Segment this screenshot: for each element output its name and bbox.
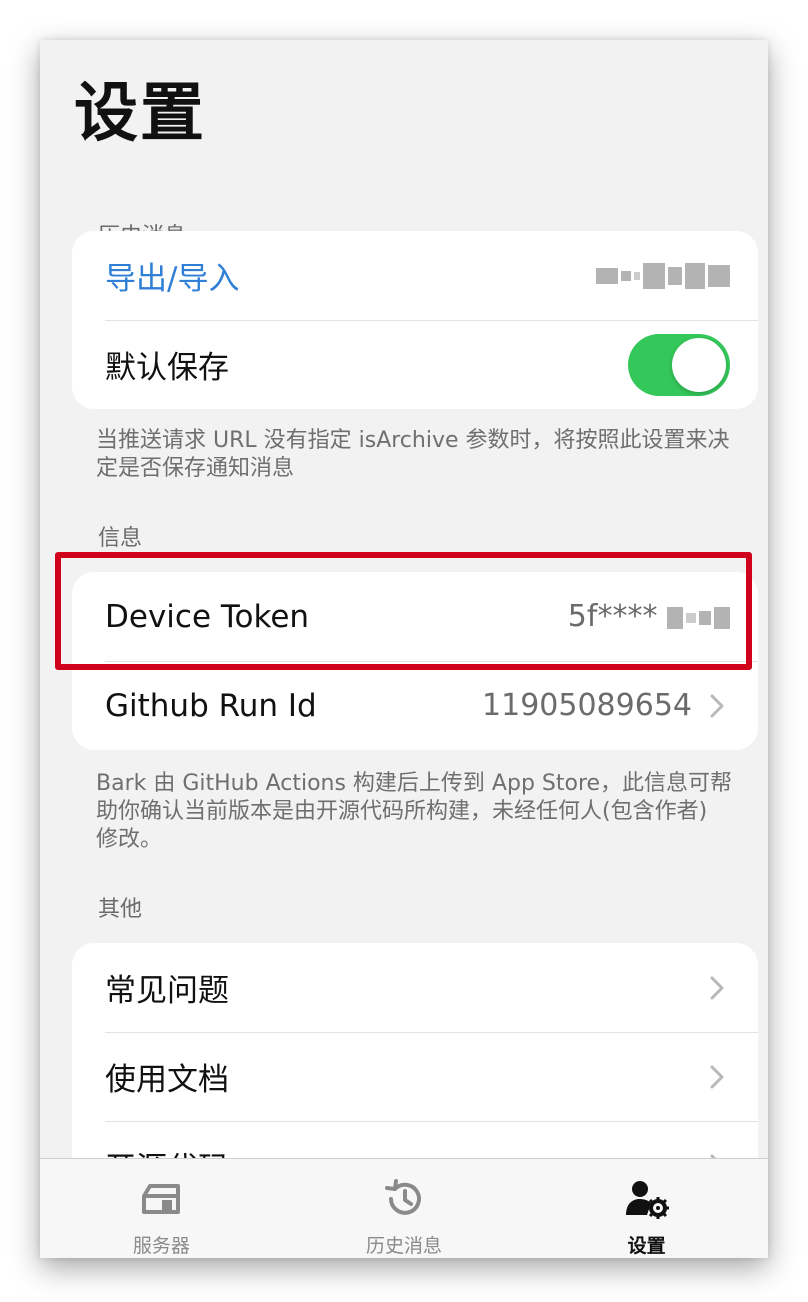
- chevron-right-icon: [710, 974, 730, 1002]
- docs-row[interactable]: 使用文档: [72, 1032, 758, 1121]
- device-token-text: 5f****: [567, 599, 658, 634]
- tab-label: 设置: [627, 1235, 666, 1257]
- tab-label: 服务器: [132, 1235, 190, 1257]
- info-footer: Bark 由 GitHub Actions 构建后上传到 App Store，此…: [96, 771, 733, 852]
- export-import-row[interactable]: 导出/导入: [72, 231, 758, 320]
- default-save-row: 默认保存: [72, 320, 758, 409]
- tab-history[interactable]: 历史消息: [283, 1159, 526, 1258]
- page-title: 设置: [74, 77, 206, 151]
- device-token-value: 5f****: [568, 599, 730, 634]
- github-run-label: Github Run Id: [105, 687, 317, 724]
- export-import-link[interactable]: 导出/导入: [105, 253, 596, 298]
- settings-screen: 设置 历史消息 导出/导入 默认保存 当推送请求 URL 没有指定 isArch…: [40, 40, 768, 1258]
- tab-label: 历史消息: [366, 1235, 443, 1257]
- device-token-label: Device Token: [105, 598, 310, 635]
- history-footer: 当推送请求 URL 没有指定 isArchive 参数时，将按照此设置来决定是否…: [96, 428, 730, 481]
- device-token-row[interactable]: Device Token 5f****: [72, 572, 758, 661]
- github-run-row[interactable]: Github Run Id 11905089654: [72, 661, 758, 750]
- chevron-right-icon: [710, 692, 730, 720]
- faq-row[interactable]: 常见问题: [72, 943, 758, 1032]
- toggle-knob: [672, 337, 726, 392]
- section-header-other: 其他: [98, 897, 143, 922]
- default-save-toggle[interactable]: [628, 333, 730, 396]
- history-card: 导出/导入 默认保存: [72, 231, 758, 409]
- settings-user-icon: [625, 1177, 669, 1221]
- history-icon: [382, 1177, 426, 1221]
- info-card: Device Token 5f**** Github Run Id 119050…: [72, 572, 758, 750]
- tab-settings[interactable]: 设置: [525, 1159, 768, 1258]
- chevron-right-icon: [710, 1063, 730, 1091]
- blurred-token: [667, 606, 730, 629]
- tab-bar: 服务器 历史消息 设置: [40, 1158, 768, 1258]
- server-icon: [139, 1177, 183, 1221]
- blurred-value: [596, 262, 730, 289]
- section-header-info: 信息: [98, 526, 143, 551]
- default-save-label: 默认保存: [105, 350, 229, 386]
- docs-label: 使用文档: [105, 1062, 229, 1098]
- tab-server[interactable]: 服务器: [40, 1159, 283, 1258]
- github-run-value: 11905089654: [482, 688, 692, 723]
- faq-label: 常见问题: [105, 973, 229, 1009]
